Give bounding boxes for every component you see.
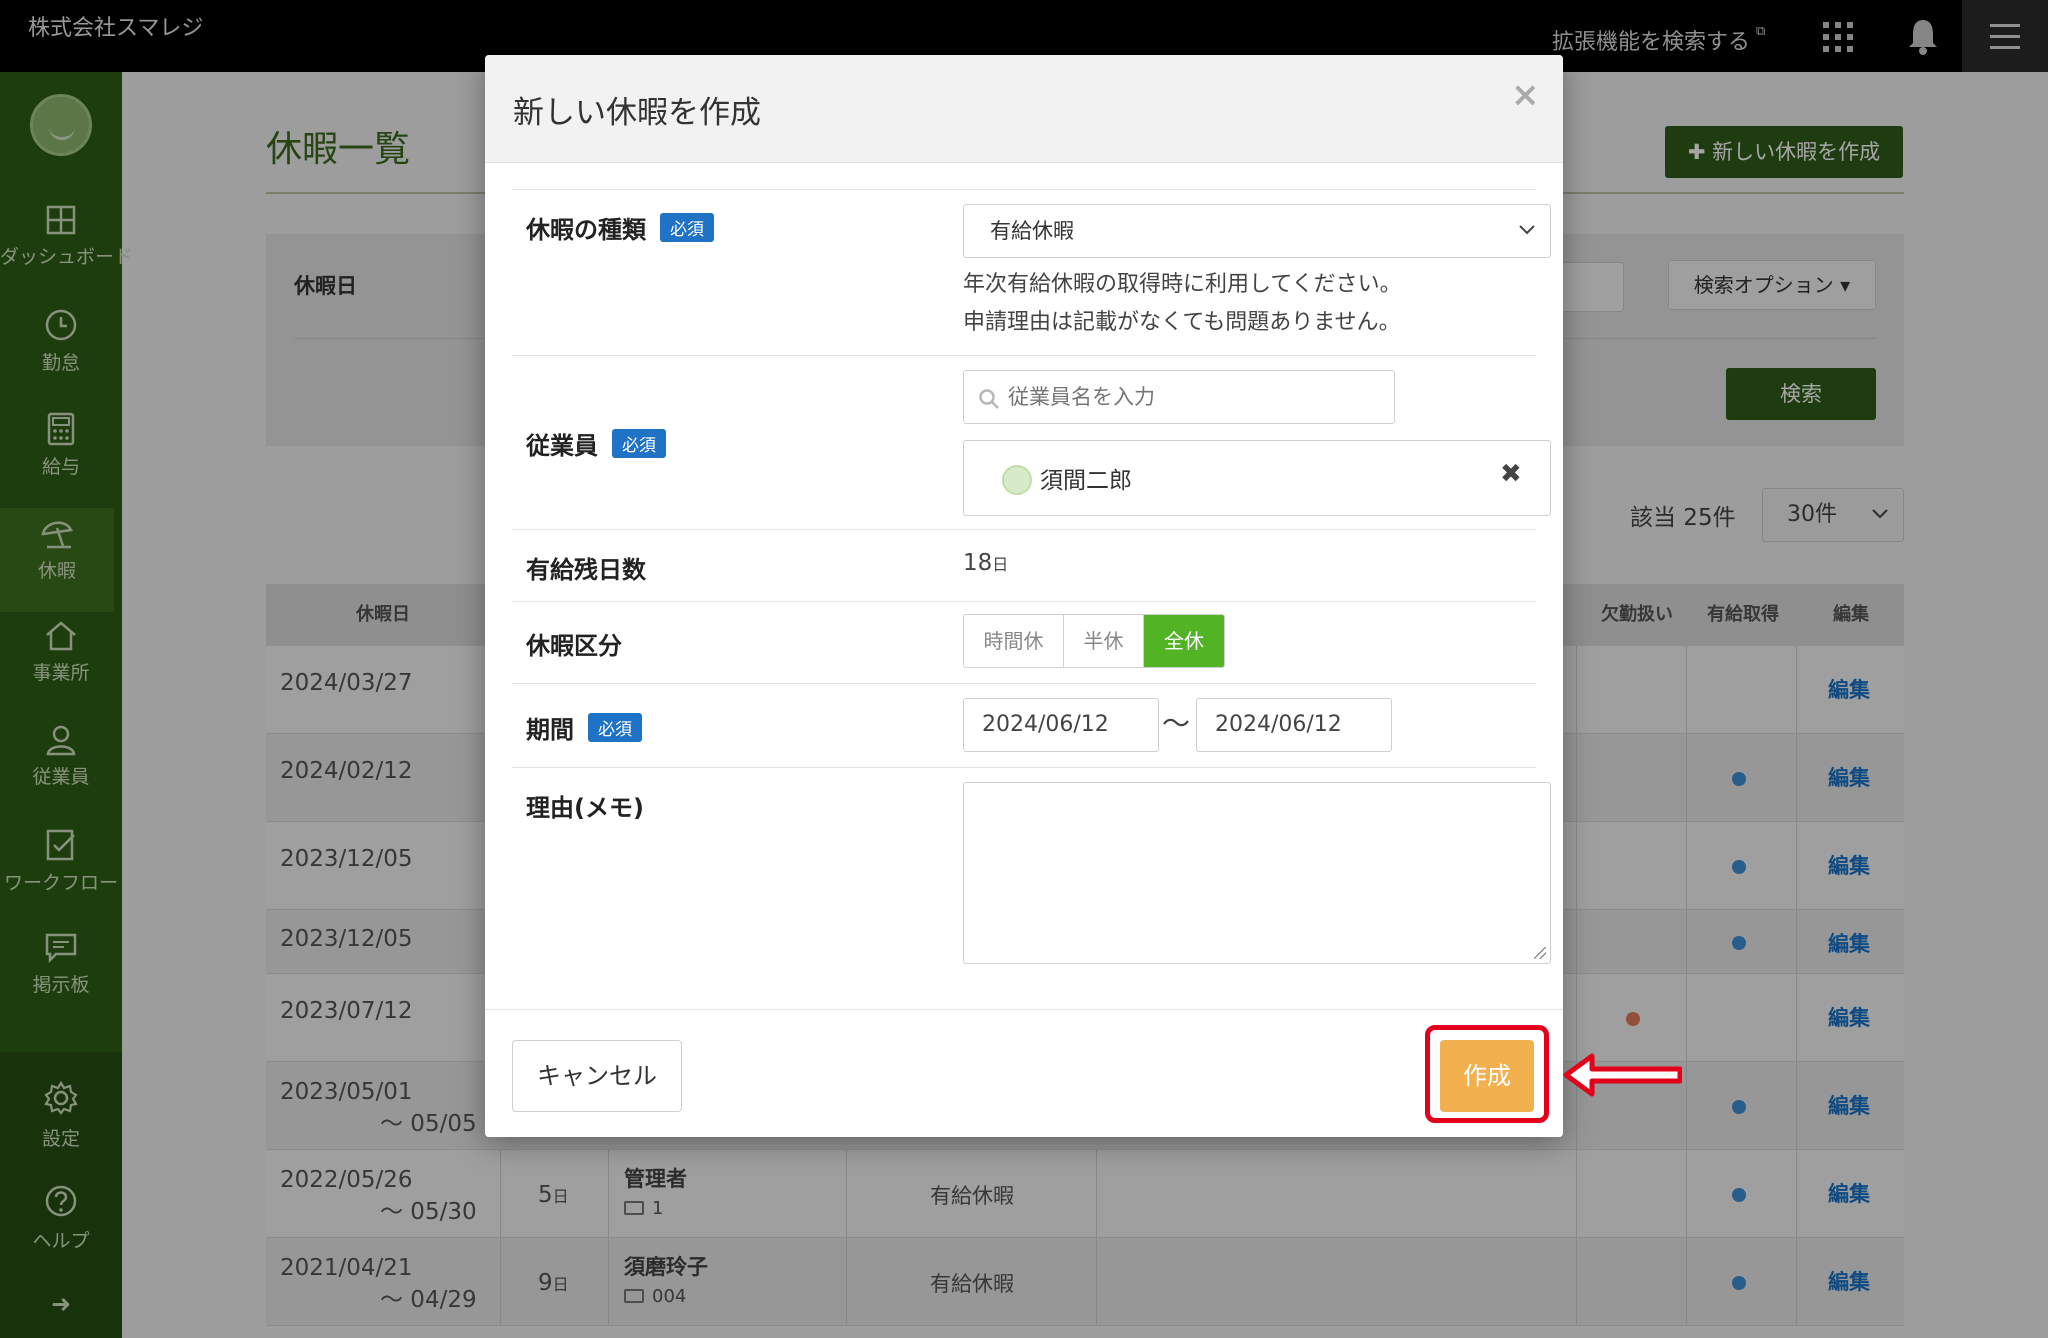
leave-division-label: 休暇区分 — [526, 632, 622, 660]
annotation-arrow-icon — [1563, 1053, 1682, 1097]
required-badge: 必須 — [612, 429, 666, 458]
period-end-input[interactable]: 2024/06/12 — [1196, 698, 1392, 752]
remaining-days-row: 有給残日数 18日 — [512, 529, 1536, 601]
period-label: 期間 必須 — [526, 710, 642, 745]
required-badge: 必須 — [588, 713, 642, 742]
modal-header: 新しい休暇を作成 × — [485, 55, 1563, 163]
period-start-input[interactable]: 2024/06/12 — [963, 698, 1159, 752]
division-option-hourly[interactable]: 時間休 — [964, 615, 1064, 667]
leave-division-row: 休暇区分 時間休 半休 全休 — [512, 601, 1536, 683]
employee-label: 従業員 必須 — [526, 426, 666, 461]
close-icon[interactable]: × — [1511, 75, 1540, 115]
leave-type-help-1: 年次有給休暇の取得時に利用してください。 — [963, 272, 1402, 297]
remaining-days-label: 有給残日数 — [526, 556, 646, 584]
employee-search-input[interactable] — [963, 370, 1395, 424]
leave-type-label: 休暇の種類 必須 — [526, 210, 714, 245]
memo-row: 理由(メモ) — [512, 767, 1551, 997]
leave-type-help-2: 申請理由は記載がなくても問題ありません。 — [963, 310, 1401, 335]
modal-title: 新しい休暇を作成 — [513, 95, 761, 131]
period-separator: 〜 — [1162, 707, 1191, 740]
cancel-button[interactable]: キャンセル — [512, 1040, 682, 1112]
create-leave-modal: 新しい休暇を作成 × 休暇の種類 必須 有給休暇 年次有給休暇の取得時に利用してく… — [485, 55, 1563, 1137]
chevron-down-icon — [1519, 225, 1535, 235]
remaining-days-value: 18日 — [963, 550, 1009, 576]
leave-type-select[interactable]: 有給休暇 — [963, 204, 1551, 258]
period-row: 期間 必須 2024/06/12 〜 2024/06/12 — [512, 683, 1536, 767]
remove-employee-icon[interactable]: ✖ — [1500, 459, 1522, 489]
leave-division-toggle: 時間休 半休 全休 — [963, 614, 1225, 668]
annotation-highlight-box — [1425, 1025, 1549, 1123]
employee-avatar — [1002, 465, 1032, 495]
division-option-full[interactable]: 全休 — [1144, 615, 1224, 667]
memo-label: 理由(メモ) — [526, 794, 644, 822]
required-badge: 必須 — [660, 213, 714, 242]
leave-type-value: 有給休暇 — [990, 219, 1074, 243]
selected-employee-name: 須間二郎 — [1040, 468, 1132, 494]
memo-textarea[interactable] — [963, 782, 1551, 964]
modal-footer: キャンセル 作成 — [485, 1009, 1563, 1137]
division-option-half[interactable]: 半休 — [1064, 615, 1144, 667]
selected-employee-box: 須間二郎 ✖ — [963, 440, 1551, 516]
search-icon — [979, 389, 999, 409]
leave-type-row: 休暇の種類 必須 有給休暇 年次有給休暇の取得時に利用してください。 申請理由は記… — [512, 189, 1551, 355]
employee-row: 従業員必須 須間二郎 ✖ — [512, 355, 1551, 529]
